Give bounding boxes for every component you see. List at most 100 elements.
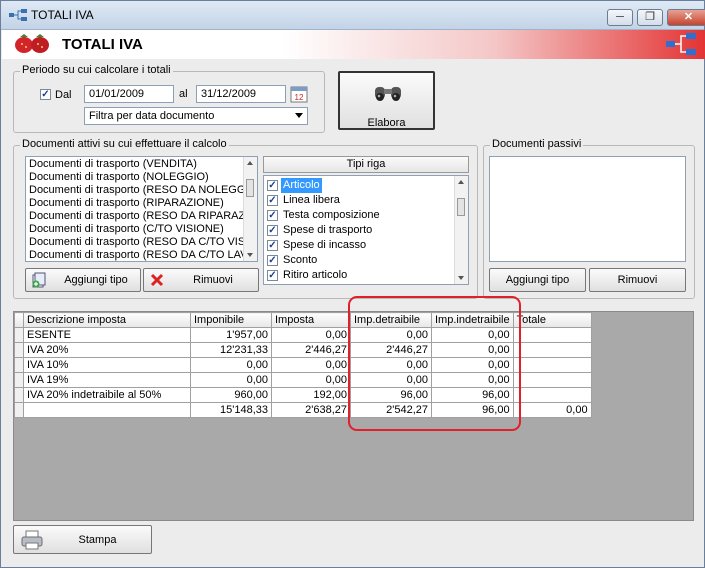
rimuovi-attivi-button[interactable]: Rimuovi — [143, 268, 259, 292]
rimuovi-label: Rimuovi — [193, 274, 233, 286]
table-cell[interactable]: 0,00 — [271, 372, 351, 388]
list-item[interactable]: Documenti di trasporto (RESO DA C/TO LAV — [26, 249, 257, 261]
table-cell[interactable]: 0,00 — [190, 372, 272, 388]
table-cell[interactable]: 960,00 — [190, 387, 272, 403]
tipi-riga-item-articolo[interactable]: ✓ Articolo — [264, 178, 468, 193]
list-item[interactable]: Documenti di trasporto (NOLEGGIO) — [26, 171, 257, 184]
documenti-attivi-list[interactable]: Documenti di trasporto (VENDITA) Documen… — [25, 156, 258, 262]
column-header[interactable]: Imponibile — [190, 312, 272, 328]
list-item[interactable]: Documenti di trasporto (RESO DA C/TO VIS… — [26, 236, 257, 249]
scroll-up-icon[interactable] — [247, 161, 253, 165]
table-cell[interactable] — [512, 327, 592, 343]
list-item[interactable]: Documenti di trasporto (C/TO VISIONE) — [26, 223, 257, 236]
list-item[interactable]: Documenti di trasporto (VENDITA) — [26, 158, 257, 171]
articolo-checkbox[interactable]: ✓ — [267, 180, 278, 191]
table-cell[interactable]: ESENTE — [23, 327, 191, 343]
table-cell[interactable]: 0,00 — [271, 357, 351, 373]
row-selector[interactable] — [14, 357, 24, 373]
row-selector[interactable] — [14, 372, 24, 388]
table-cell[interactable] — [512, 372, 592, 388]
date-filter-value: Filtra per data documento — [89, 110, 215, 122]
column-header[interactable]: Imposta — [271, 312, 351, 328]
row-selector[interactable] — [14, 327, 24, 343]
page-title: TOTALI IVA — [62, 36, 143, 53]
column-header[interactable]: Descrizione imposta — [23, 312, 191, 328]
table-cell[interactable]: 15'148,33 — [190, 402, 272, 418]
testa-composizione-checkbox[interactable]: ✓ — [267, 210, 278, 221]
spese-trasporto-checkbox[interactable]: ✓ — [267, 225, 278, 236]
maximize-button[interactable]: ❐ — [637, 9, 663, 26]
table-cell[interactable] — [512, 357, 592, 373]
list-item[interactable]: Documenti di trasporto (RIPARAZIONE) — [26, 197, 257, 210]
tipi-riga-label: Sconto — [283, 254, 318, 266]
spese-incasso-checkbox[interactable]: ✓ — [267, 240, 278, 251]
stampa-label: Stampa — [78, 534, 117, 546]
printer-icon — [21, 530, 43, 550]
table-cell[interactable]: 2'446,27 — [271, 342, 351, 358]
linea-libera-checkbox[interactable]: ✓ — [267, 195, 278, 206]
tipi-riga-item-sconto[interactable]: ✓ Sconto — [264, 253, 468, 268]
stampa-button[interactable]: Stampa — [13, 525, 152, 554]
list-item[interactable]: Documenti di trasporto (RESO DA RIPARAZI — [26, 210, 257, 223]
aggiungi-tipo-passivi-button[interactable]: Aggiungi tipo — [489, 268, 586, 292]
tipi-riga-label: Linea libera — [283, 194, 340, 206]
table-cell[interactable]: IVA 20% — [23, 342, 191, 358]
row-selector-header — [14, 312, 24, 328]
rimuovi-passivi-button[interactable]: Rimuovi — [589, 268, 686, 292]
date-from-field[interactable]: 01/01/2009 — [84, 85, 174, 103]
table-cell[interactable]: 12'231,33 — [190, 342, 272, 358]
tipi-riga-header: Tipi riga — [263, 156, 469, 173]
close-button[interactable]: ✕ — [667, 9, 705, 26]
add-document-icon — [32, 272, 46, 288]
scroll-down-icon[interactable] — [458, 276, 464, 280]
table-cell[interactable]: IVA 10% — [23, 357, 191, 373]
scroll-thumb[interactable] — [457, 198, 465, 216]
row-selector[interactable] — [14, 387, 24, 403]
documenti-attivi-scrollbar[interactable] — [243, 157, 257, 261]
documenti-passivi-list[interactable] — [489, 156, 686, 262]
table-cell[interactable] — [23, 402, 191, 418]
title-bar[interactable]: TOTALI IVA ─ ❐ ✕ — [1, 1, 705, 30]
periodo-group: Periodo su cui calcolare i totali ✓ Dal … — [13, 64, 325, 133]
row-selector[interactable] — [14, 342, 24, 358]
aggiungi-tipo-attivi-button[interactable]: Aggiungi tipo — [25, 268, 141, 292]
table-cell[interactable] — [512, 387, 592, 403]
tipi-riga-list[interactable]: ✓ Articolo ✓ Linea libera ✓ Testa composizi… — [263, 175, 469, 285]
tipi-riga-item-testa-composizione[interactable]: ✓ Testa composizione — [264, 208, 468, 223]
table-cell[interactable]: 0,00 — [271, 327, 351, 343]
table-cell[interactable]: IVA 19% — [23, 372, 191, 388]
table-cell[interactable]: 1'957,00 — [190, 327, 272, 343]
row-selector[interactable] — [14, 402, 24, 418]
sconto-checkbox[interactable]: ✓ — [267, 255, 278, 266]
date-to-field[interactable]: 31/12/2009 — [196, 85, 286, 103]
elabora-button[interactable]: Elabora — [338, 71, 435, 130]
table-cell[interactable]: 2'638,27 — [271, 402, 351, 418]
date-filter-select[interactable]: Filtra per data documento — [84, 107, 308, 125]
table-cell[interactable]: 0,00 — [190, 357, 272, 373]
svg-text:12: 12 — [295, 93, 304, 102]
dal-label: Dal — [55, 89, 72, 101]
list-item[interactable]: Documenti di trasporto (RESO DA NOLEGGI — [26, 184, 257, 197]
table-cell[interactable]: 192,00 — [271, 387, 351, 403]
rimuovi-passivi-label: Rimuovi — [617, 274, 658, 286]
calendar-icon[interactable]: 12 — [290, 85, 308, 103]
tipi-riga-item-spese-incasso[interactable]: ✓ Spese di incasso — [264, 238, 468, 253]
scroll-up-icon[interactable] — [458, 180, 464, 184]
dal-checkbox[interactable]: ✓ — [40, 89, 51, 100]
scroll-down-icon[interactable] — [247, 253, 253, 257]
scroll-thumb[interactable] — [246, 179, 254, 197]
main-window: TOTALI IVA ─ ❐ ✕ TOTALI IVA Periodo su c… — [0, 0, 705, 568]
tipi-riga-item-linea-libera[interactable]: ✓ Linea libera — [264, 193, 468, 208]
table-cell[interactable]: 0,00 — [512, 402, 592, 418]
table-cell[interactable] — [512, 342, 592, 358]
tipi-riga-item-spese-trasporto[interactable]: ✓ Spese di trasporto — [264, 223, 468, 238]
tipi-riga-scrollbar[interactable] — [454, 176, 468, 284]
strawberries-logo-icon — [15, 34, 49, 53]
tipi-riga-item-ritiro-articolo[interactable]: ✓ Ritiro articolo — [264, 268, 468, 283]
minimize-button[interactable]: ─ — [607, 9, 633, 26]
column-header[interactable]: Totale — [512, 312, 592, 328]
tipi-riga-label: Articolo — [281, 178, 322, 193]
table-cell[interactable]: IVA 20% indetraibile al 50% — [23, 387, 191, 403]
ritiro-articolo-checkbox[interactable]: ✓ — [267, 270, 278, 281]
al-label: al — [179, 88, 188, 100]
